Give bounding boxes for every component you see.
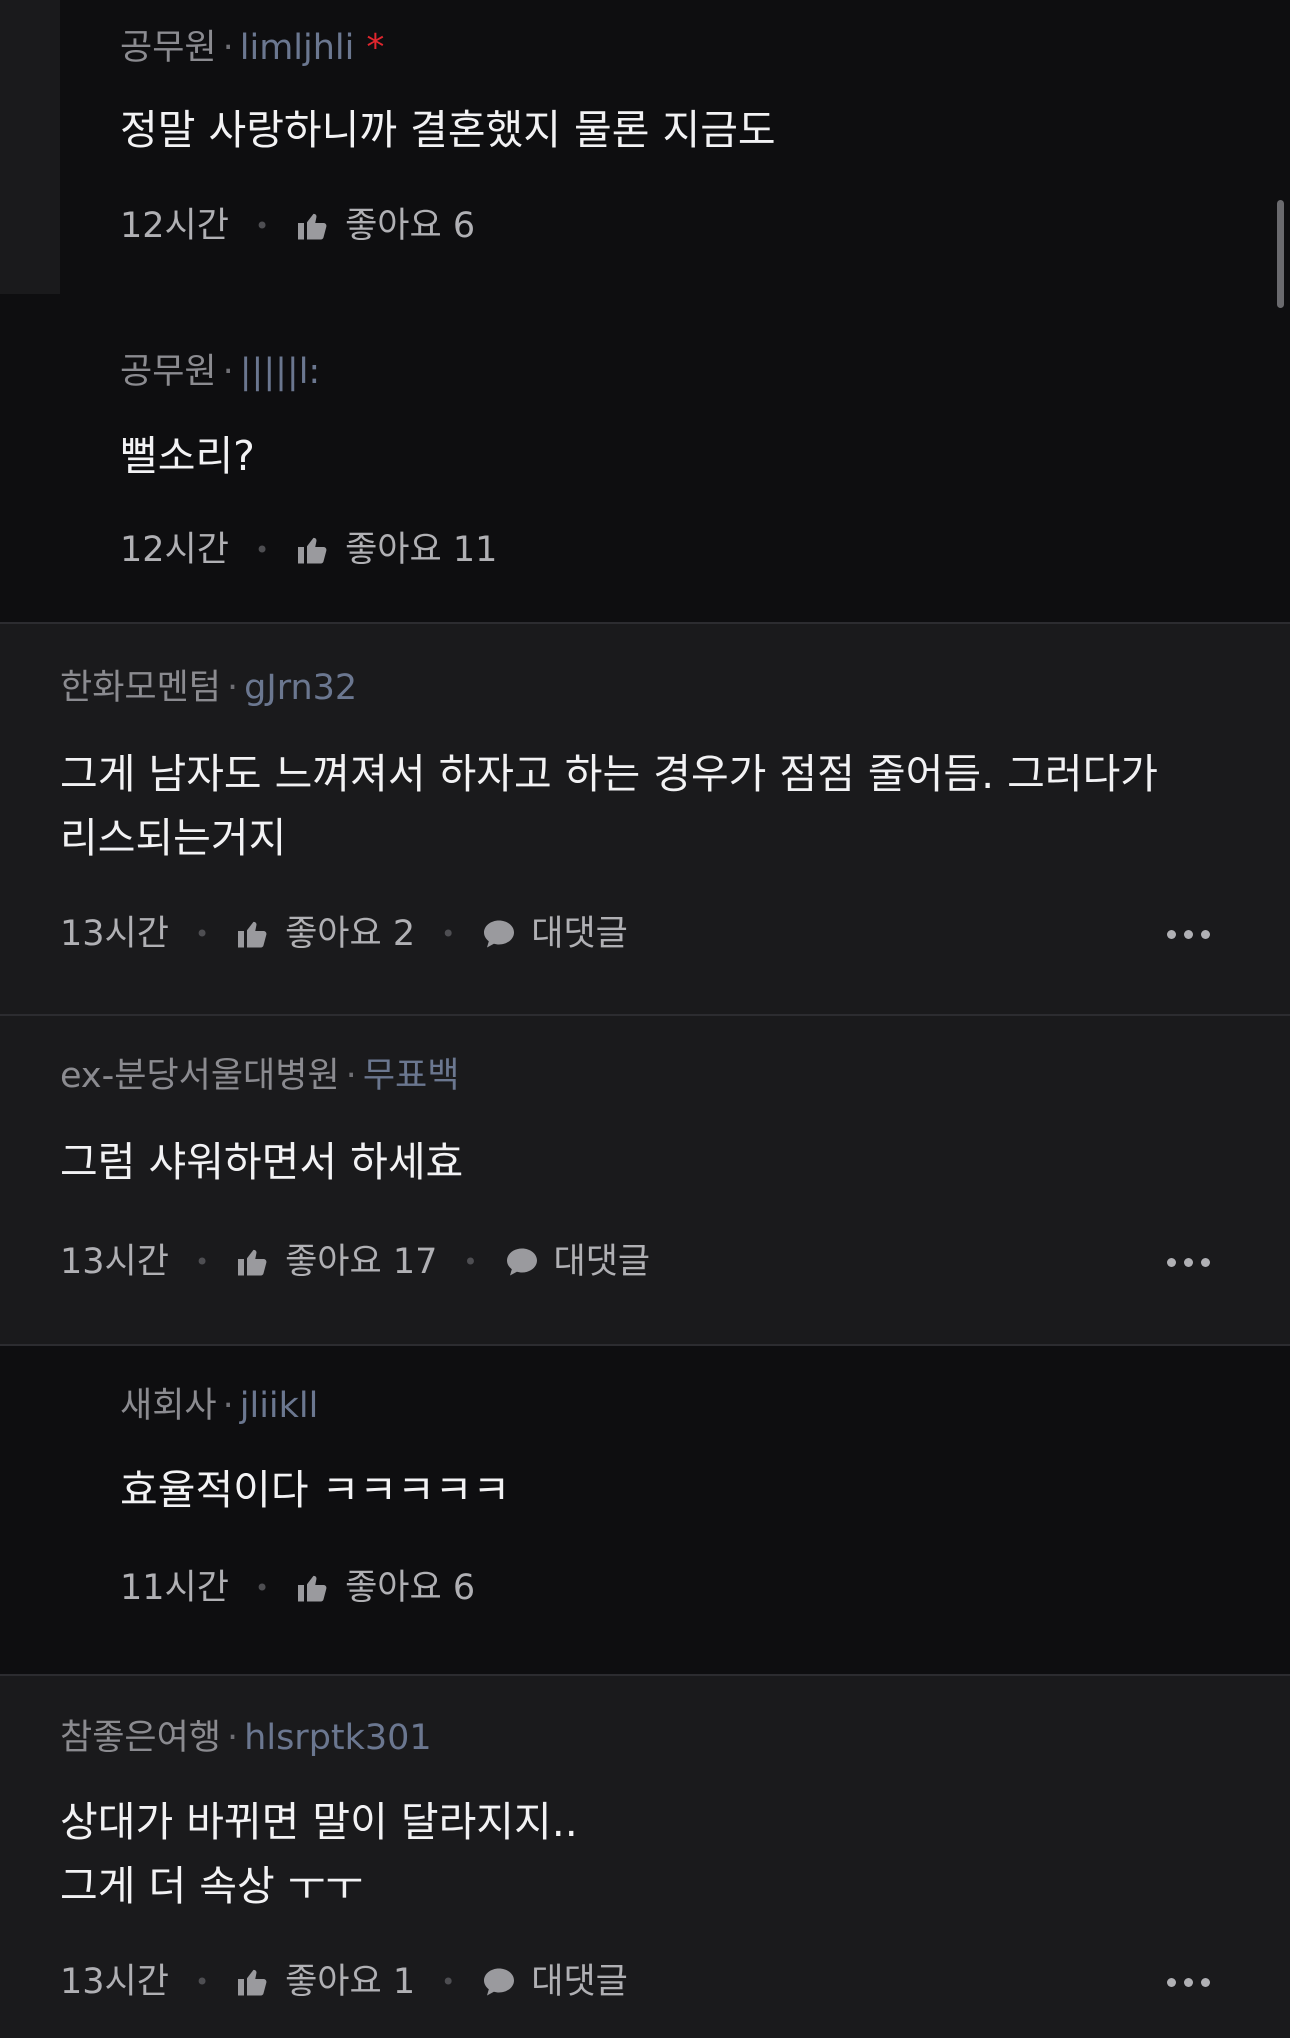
speech-bubble-icon <box>504 1244 540 1280</box>
timestamp: 13시간 <box>60 1962 169 2002</box>
nickname[interactable]: limljhli <box>240 28 355 68</box>
thumbs-up-icon <box>295 532 331 568</box>
thumbs-up-icon <box>295 208 331 244</box>
more-dots-icon[interactable] <box>1167 1978 1210 1987</box>
comment-meta: 참좋은여행 · hlsrptk301 <box>60 1716 432 1760</box>
meta-separator: · <box>227 668 239 708</box>
comment: ex-분당서울대병원 · 무표백 그럼 샤워하면서 하세효 13시간 • 좋아요 1… <box>0 1016 1290 1346</box>
reply-comment: 새회사 · jliikll 효율적이다 ㅋㅋㅋㅋㅋ 11시간 • 좋아요 6 <box>0 1346 1290 1676</box>
scrollbar[interactable] <box>1277 200 1284 308</box>
reply-label: 대댓글 <box>553 1242 651 1282</box>
action-separator: • <box>254 536 270 564</box>
reply-button[interactable]: 대댓글 <box>481 1960 628 2004</box>
reply-button[interactable]: 대댓글 <box>481 912 628 956</box>
comment-actions: 13시간 • 좋아요 1 • 대댓글 <box>60 1960 628 2004</box>
comment-actions: 12시간 • 좋아요 6 <box>120 204 475 248</box>
company-name: 공무원 <box>120 28 217 68</box>
nickname[interactable]: hlsrptk301 <box>244 1718 432 1758</box>
meta-separator: · <box>222 28 234 68</box>
nickname[interactable]: 무표백 <box>363 1056 460 1096</box>
comment: 한화모멘텀 · gJrn32 그게 남자도 느껴져서 하자고 하는 경우가 점점 줄… <box>0 624 1290 1016</box>
comment-meta: 새회사 · jliikll <box>120 1384 318 1428</box>
comment-meta: ex-분당서울대병원 · 무표백 <box>60 1054 459 1098</box>
action-separator: • <box>254 1574 270 1602</box>
comment-list: 공무원 · limljhli * 정말 사랑하니까 결혼했지 물론 지금도 12시간 … <box>0 0 1290 2038</box>
comment-actions: 13시간 • 좋아요 2 • 대댓글 <box>60 912 628 956</box>
thumbs-up-icon <box>235 916 271 952</box>
thumbs-up-icon <box>235 1244 271 1280</box>
timestamp: 12시간 <box>120 206 229 246</box>
reply-comment: 공무원 · |||||l: 뻘소리? 12시간 • 좋아요 11 <box>0 294 1290 624</box>
author-star-icon: * <box>366 27 385 68</box>
more-dots-icon[interactable] <box>1167 1258 1210 1267</box>
more-dots-icon[interactable] <box>1167 930 1210 939</box>
timestamp: 11시간 <box>120 1568 229 1608</box>
action-separator: • <box>441 1968 456 1996</box>
comment-actions: 11시간 • 좋아요 6 <box>120 1566 475 1610</box>
timestamp: 13시간 <box>60 914 169 954</box>
comment-text: 뻘소리? <box>120 432 255 480</box>
timestamp: 12시간 <box>120 530 229 570</box>
action-separator: • <box>194 1968 210 1996</box>
comment-actions: 12시간 • 좋아요 11 <box>120 528 497 572</box>
like-count: 좋아요 11 <box>345 530 498 570</box>
speech-bubble-icon <box>481 916 517 952</box>
like-count: 좋아요 17 <box>285 1242 438 1282</box>
company-name: 참좋은여행 <box>60 1718 222 1758</box>
company-name: ex-분당서울대병원 <box>60 1056 340 1096</box>
nickname[interactable]: |||||l: <box>240 352 320 392</box>
action-separator: • <box>254 212 270 240</box>
comment-text: 그게 남자도 느껴져서 하자고 하는 경우가 점점 줄어듬. 그러다가 리스되는… <box>60 750 1159 862</box>
nickname[interactable]: gJrn32 <box>244 668 357 708</box>
action-separator: • <box>194 920 210 948</box>
like-button[interactable]: 좋아요 2 <box>235 912 415 956</box>
action-separator: • <box>463 1248 478 1276</box>
like-count: 좋아요 2 <box>285 914 416 954</box>
nickname[interactable]: jliikll <box>240 1386 319 1426</box>
meta-separator: · <box>222 352 234 392</box>
comment-text: 그럼 샤워하면서 하세효 <box>60 1138 464 1186</box>
like-count: 좋아요 6 <box>345 1568 476 1608</box>
like-button[interactable]: 좋아요 6 <box>295 1566 475 1610</box>
reply-label: 대댓글 <box>531 1962 628 2002</box>
comment-text: 효율적이다 ㅋㅋㅋㅋㅋ <box>120 1466 511 1514</box>
reply-button[interactable]: 대댓글 <box>504 1240 651 1284</box>
comment: 참좋은여행 · hlsrptk301 상대가 바뀌면 말이 달라지지.. 그게 더 … <box>0 1676 1290 2038</box>
speech-bubble-icon <box>481 1964 517 2000</box>
like-count: 좋아요 1 <box>285 1962 416 2002</box>
thumbs-up-icon <box>295 1570 331 1606</box>
comment-meta: 공무원 · |||||l: <box>120 350 320 394</box>
like-button[interactable]: 좋아요 17 <box>235 1240 437 1284</box>
action-separator: • <box>194 1248 210 1276</box>
meta-separator: · <box>345 1056 357 1096</box>
reply-label: 대댓글 <box>531 914 628 954</box>
like-button[interactable]: 좋아요 6 <box>295 204 475 248</box>
like-button[interactable]: 좋아요 11 <box>295 528 497 572</box>
like-count: 좋아요 6 <box>345 206 476 246</box>
comment-meta: 한화모멘텀 · gJrn32 <box>60 666 357 710</box>
company-name: 공무원 <box>120 352 217 392</box>
comment-actions: 13시간 • 좋아요 17 • 대댓글 <box>60 1240 650 1284</box>
company-name: 새회사 <box>120 1386 217 1426</box>
comment-text: 상대가 바뀌면 말이 달라지지.. 그게 더 속상 ㅜㅜ <box>60 1798 578 1910</box>
company-name: 한화모멘텀 <box>60 668 222 708</box>
like-button[interactable]: 좋아요 1 <box>235 1960 415 2004</box>
thumbs-up-icon <box>235 1964 271 2000</box>
timestamp: 13시간 <box>60 1242 169 1282</box>
meta-separator: · <box>227 1718 239 1758</box>
meta-separator: · <box>222 1386 234 1426</box>
comment-text: 정말 사랑하니까 결혼했지 물론 지금도 <box>120 106 776 154</box>
action-separator: • <box>441 920 456 948</box>
comment-meta: 공무원 · limljhli * <box>120 26 384 70</box>
reply-comment: 공무원 · limljhli * 정말 사랑하니까 결혼했지 물론 지금도 12시간 … <box>60 0 1290 296</box>
